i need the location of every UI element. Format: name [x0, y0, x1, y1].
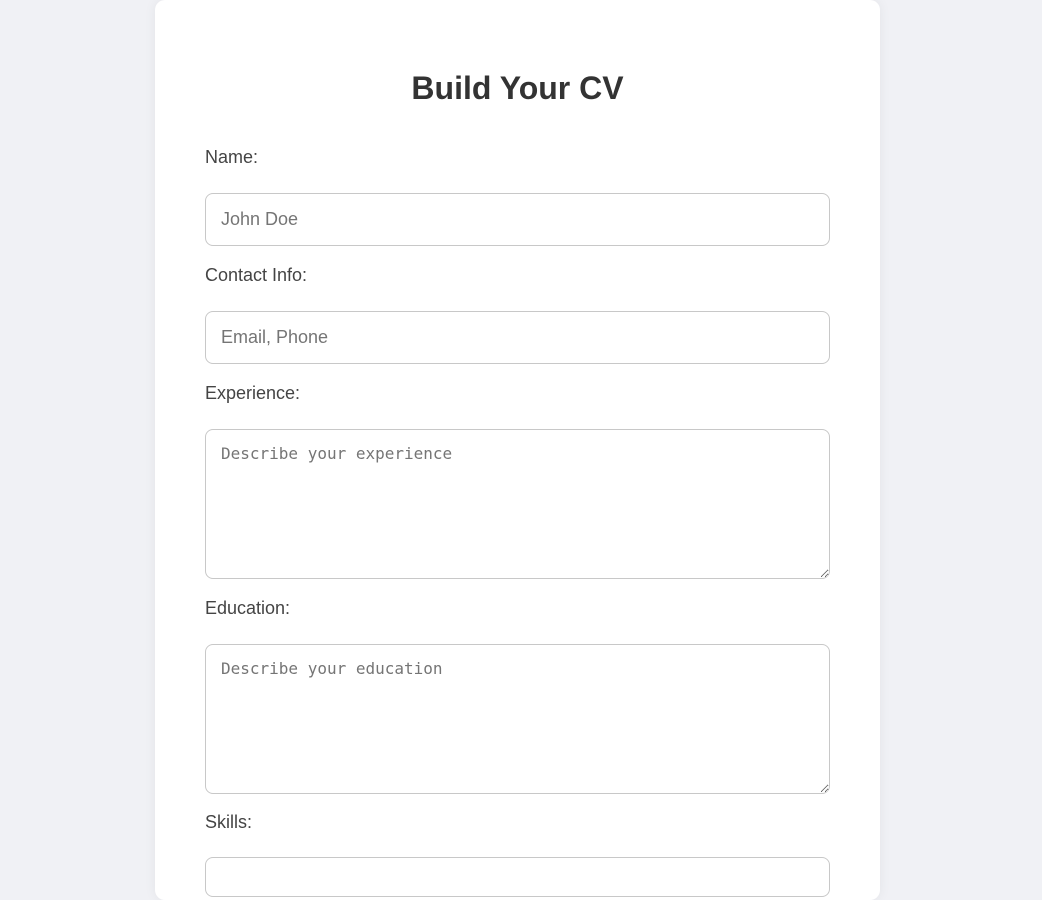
- name-label: Name:: [205, 147, 259, 167]
- contact-info-label: Contact Info:: [205, 265, 308, 285]
- name-input[interactable]: [205, 193, 830, 246]
- contact-info-input[interactable]: [205, 311, 830, 364]
- experience-label: Experience:: [205, 383, 301, 403]
- education-label: Education:: [205, 598, 291, 618]
- skills-label: Skills:: [205, 812, 253, 832]
- cv-form-card: Build Your CV Name: Contact Info: Experi…: [155, 0, 880, 900]
- education-textarea[interactable]: [205, 644, 830, 794]
- skills-input[interactable]: [205, 857, 830, 897]
- page-title: Build Your CV: [411, 70, 624, 106]
- experience-textarea[interactable]: [205, 429, 830, 579]
